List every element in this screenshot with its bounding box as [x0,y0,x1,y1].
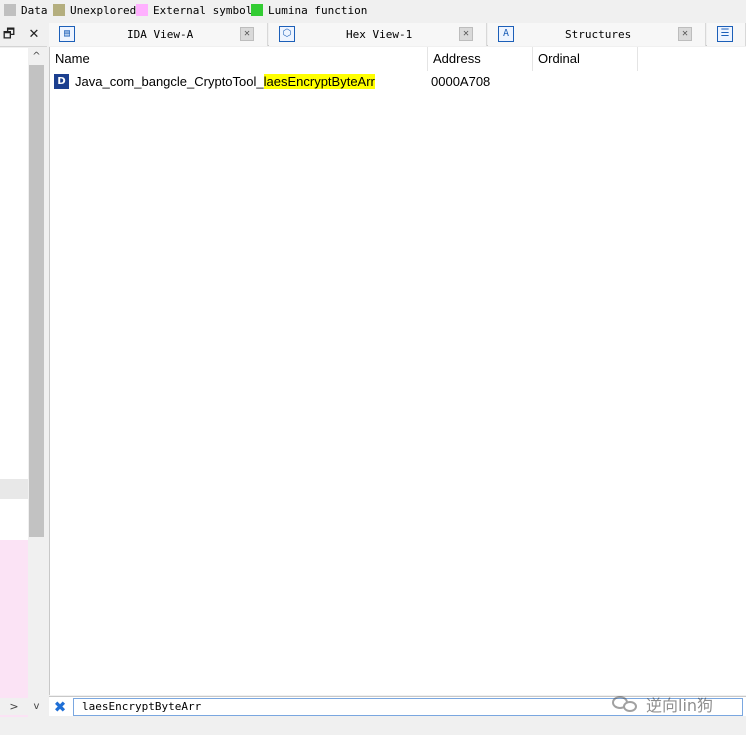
legend-label: External symbol [153,3,253,17]
tab-enums[interactable]: ☰ [707,23,746,46]
table-row[interactable]: D Java_com_bangcle_CryptoTool_laesEncryp… [50,72,746,92]
legend-item-lumina-function: Lumina function [251,3,367,17]
data-type-icon: D [54,74,69,89]
tab-label: Hex View-1 [346,28,413,41]
legend-item-unexplored: Unexplored [53,3,136,17]
column-header-address[interactable]: Address [428,47,533,71]
ida-view-icon: ▤ [59,26,75,42]
row-address: 0000A708 [431,74,491,89]
list-item[interactable] [0,479,28,499]
scroll-down-icon[interactable]: v [28,698,45,715]
watermark-text: 逆向lin狗 [646,696,714,715]
tab-structures[interactable]: A Structures ✕ [488,23,706,46]
scroll-right-icon[interactable]: > [0,698,28,715]
legend-label: Lumina function [268,3,368,17]
legend-swatch-lumina-function [251,4,263,16]
clear-filter-icon[interactable]: ✖ [52,699,68,715]
legend-swatch-data [4,4,16,16]
float-window-icon[interactable]: 🗗 [1,27,17,43]
structures-icon: A [498,26,514,42]
vertical-scrollbar[interactable]: ^ v [28,48,45,715]
tab-label: Structures [565,28,632,41]
wechat-icon [612,694,638,714]
horizontal-scrollbar[interactable]: > [0,698,28,715]
name-prefix: Java_com_bangcle_CryptoTool_ [75,74,264,89]
tab-bar: ▤ IDA View-A ✕ ⬡ Hex View-1 ✕ A Structur… [49,23,746,46]
enums-icon: ☰ [717,26,733,42]
legend-item-data: Data [4,3,48,17]
hex-view-icon: ⬡ [279,26,295,42]
legend-swatch-unexplored [53,4,65,16]
close-tab-icon[interactable]: ✕ [240,27,254,41]
legend-item-external-symbol: External symbol [136,3,252,17]
row-name: Java_com_bangcle_CryptoTool_laesEncryptB… [75,73,375,91]
close-tab-icon[interactable]: ✕ [678,27,692,41]
legend-label: Data [21,3,48,17]
left-panel: 🗗 ✕ ^ v > [0,23,47,734]
left-panel-list[interactable] [0,48,28,734]
exports-list: Name Address Ordinal D Java_com_bangcle_… [49,47,746,695]
status-strip [0,717,746,735]
left-panel-header: 🗗 ✕ [0,23,47,47]
legend-bar: Data Unexplored External symbol Lumina f… [0,0,746,20]
legend-swatch-external-symbol [136,4,148,16]
scroll-up-icon[interactable]: ^ [28,48,45,65]
scrollbar-thumb[interactable] [29,65,44,537]
watermark: 逆向lin狗 [612,692,713,716]
tab-ida-view-a[interactable]: ▤ IDA View-A ✕ [49,23,268,46]
name-match-highlight: laesEncryptByteArr [263,74,375,89]
close-tab-icon[interactable]: ✕ [459,27,473,41]
tab-hex-view-1[interactable]: ⬡ Hex View-1 ✕ [269,23,487,46]
column-header-ordinal[interactable]: Ordinal [533,47,638,71]
legend-label: Unexplored [70,3,137,17]
close-icon[interactable]: ✕ [26,27,42,43]
column-header-name[interactable]: Name [50,47,428,71]
tab-label: IDA View-A [127,28,194,41]
